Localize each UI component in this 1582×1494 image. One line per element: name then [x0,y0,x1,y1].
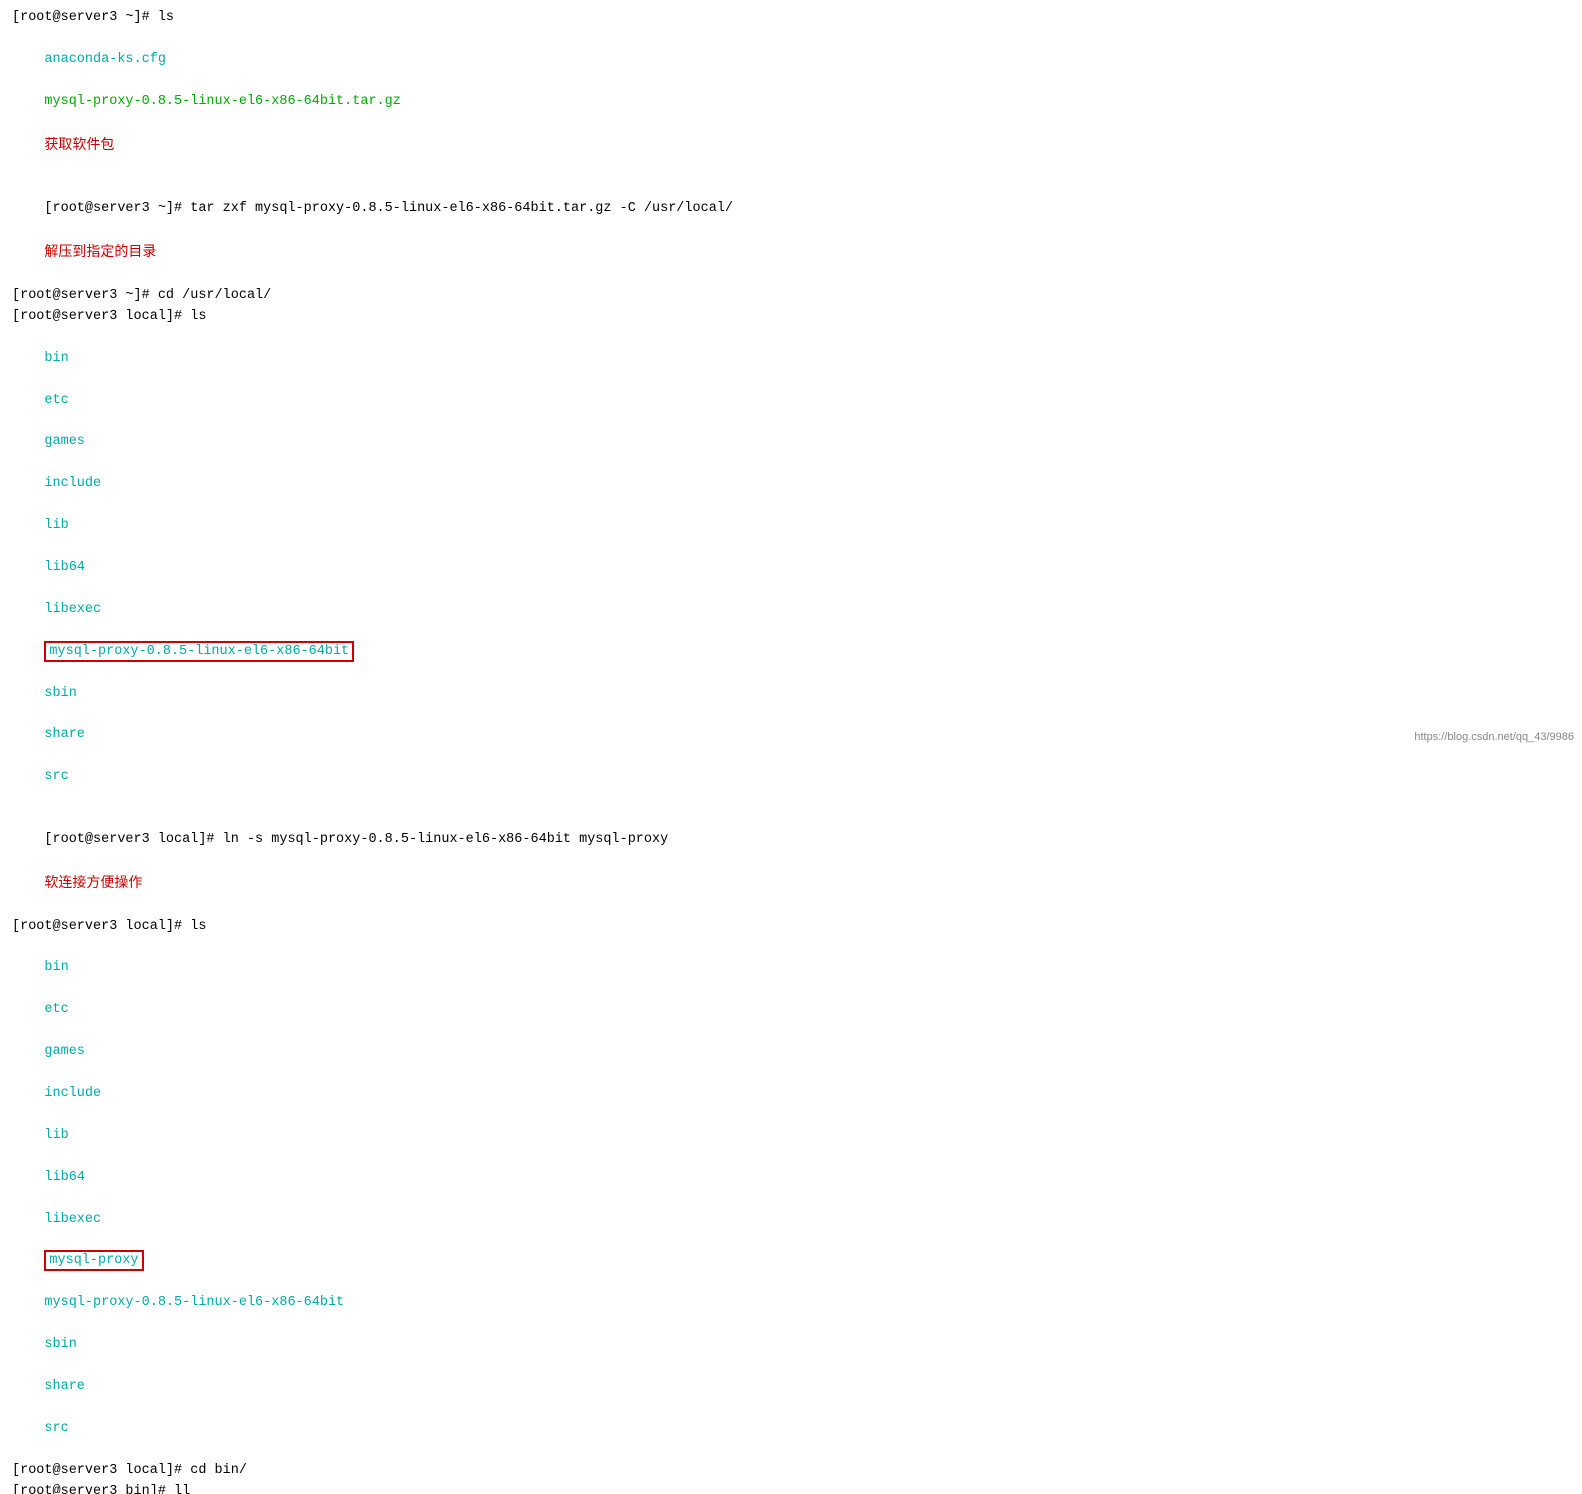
dir-lib64-2: lib64 [44,1170,85,1185]
line-10: [root@server3 local]# cd bin/ [12,1461,1570,1482]
file-anaconda: anaconda-ks.cfg [44,52,166,67]
space-1 [44,73,60,88]
dir-bin: bin [44,351,68,366]
dir-libexec-2: libexec [44,1212,101,1227]
line-3: [root@server3 ~]# tar zxf mysql-proxy-0.… [12,178,1570,286]
line-5: [root@server3 local]# ls [12,307,1570,328]
line-4: [root@server3 ~]# cd /usr/local/ [12,286,1570,307]
space-3 [44,222,76,237]
dir-include-2: include [44,1086,101,1101]
dir-libexec: libexec [44,602,101,617]
annotation-get-package: 获取软件包 [44,136,114,152]
dir-share-2: share [44,1379,85,1394]
dir-sbin: sbin [44,686,76,701]
space-2 [44,115,76,130]
line-2: anaconda-ks.cfg mysql-proxy-0.8.5-linux-… [12,29,1570,178]
cmd-tar: [root@server3 ~]# tar zxf mysql-proxy-0.… [44,201,733,216]
line-7: [root@server3 local]# ln -s mysql-proxy-… [12,809,1570,917]
dir-etc: etc [44,393,68,408]
dir-lib64: lib64 [44,560,85,575]
annotation-extract: 解压到指定的目录 [44,243,156,259]
dir-mysql-proxy-full-boxed: mysql-proxy-0.8.5-linux-el6-x86-64bit [44,641,354,662]
line-8: [root@server3 local]# ls [12,917,1570,938]
dir-games: games [44,434,85,449]
dir-mysql-proxy-full-2: mysql-proxy-0.8.5-linux-el6-x86-64bit [44,1295,344,1310]
dir-include-1: include [44,476,101,491]
line-9: bin etc games include lib lib64 libexec … [12,938,1570,1461]
dir-src-2: src [44,1421,68,1436]
dir-lib: lib [44,518,68,533]
dir-games-2: games [44,1044,85,1059]
annotation-soft-link: 软连接方便操作 [44,874,142,890]
dir-lib-2: lib [44,1128,68,1143]
dir-etc-2: etc [44,1002,68,1017]
prompt-1: [root@server3 ~]# ls [12,10,174,25]
terminal-window: [root@server3 ~]# ls anaconda-ks.cfg mys… [0,0,1582,1494]
line-6: bin etc games include lib lib64 libexec … [12,328,1570,809]
dir-src: src [44,769,68,784]
dir-share: share [44,727,85,742]
dir-sbin-2: sbin [44,1337,76,1352]
line-1: [root@server3 ~]# ls [12,8,1570,29]
dir-bin-2: bin [44,960,68,975]
watermark: https://blog.csdn.net/qq_43/9986 [1414,731,1574,743]
file-mysql-proxy-tar: mysql-proxy-0.8.5-linux-el6-x86-64bit.ta… [44,94,400,109]
line-11: [root@server3 bin]# ll [12,1482,1570,1494]
dir-mysql-proxy-symlink-boxed: mysql-proxy [44,1250,143,1271]
